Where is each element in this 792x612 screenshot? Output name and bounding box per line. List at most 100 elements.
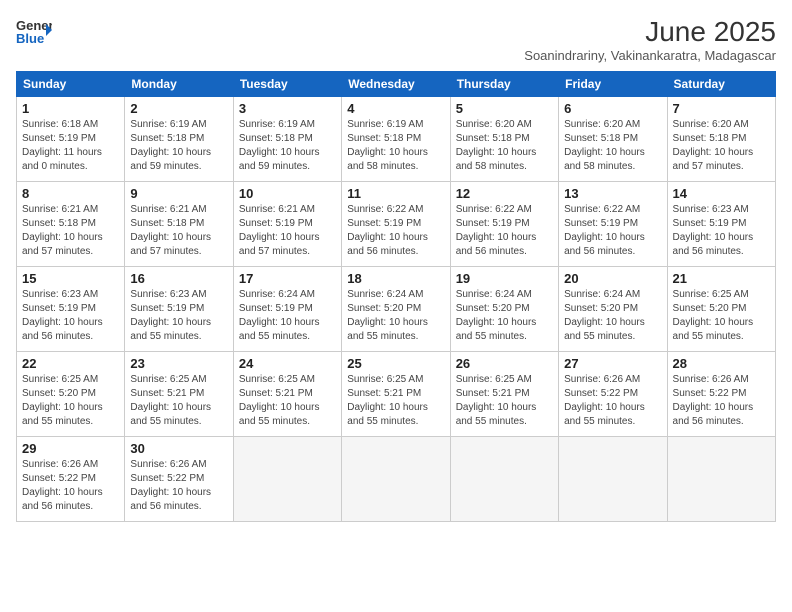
day-info: Sunrise: 6:21 AM Sunset: 5:19 PM Dayligh… (239, 203, 336, 259)
day-info: Sunrise: 6:20 AM Sunset: 5:18 PM Dayligh… (456, 118, 553, 174)
day-number: 27 (564, 356, 661, 371)
day-info: Sunrise: 6:24 AM Sunset: 5:19 PM Dayligh… (239, 288, 336, 344)
day-number: 24 (239, 356, 336, 371)
day-info: Sunrise: 6:26 AM Sunset: 5:22 PM Dayligh… (130, 458, 227, 514)
day-number: 4 (347, 101, 444, 116)
table-row: 22 Sunrise: 6:25 AM Sunset: 5:20 PM Dayl… (17, 352, 125, 437)
day-info: Sunrise: 6:21 AM Sunset: 5:18 PM Dayligh… (22, 203, 119, 259)
table-row: 27 Sunrise: 6:26 AM Sunset: 5:22 PM Dayl… (559, 352, 667, 437)
day-info: Sunrise: 6:23 AM Sunset: 5:19 PM Dayligh… (673, 203, 770, 259)
table-row: 13 Sunrise: 6:22 AM Sunset: 5:19 PM Dayl… (559, 182, 667, 267)
calendar-header-row: Sunday Monday Tuesday Wednesday Thursday… (17, 72, 776, 97)
day-number: 2 (130, 101, 227, 116)
day-number: 8 (22, 186, 119, 201)
calendar-week-row: 1 Sunrise: 6:18 AM Sunset: 5:19 PM Dayli… (17, 97, 776, 182)
table-row (342, 437, 450, 522)
table-row: 17 Sunrise: 6:24 AM Sunset: 5:19 PM Dayl… (233, 267, 341, 352)
logo-icon: General Blue (16, 16, 52, 46)
day-info: Sunrise: 6:22 AM Sunset: 5:19 PM Dayligh… (564, 203, 661, 259)
table-row: 1 Sunrise: 6:18 AM Sunset: 5:19 PM Dayli… (17, 97, 125, 182)
table-row: 20 Sunrise: 6:24 AM Sunset: 5:20 PM Dayl… (559, 267, 667, 352)
table-row: 3 Sunrise: 6:19 AM Sunset: 5:18 PM Dayli… (233, 97, 341, 182)
day-info: Sunrise: 6:19 AM Sunset: 5:18 PM Dayligh… (347, 118, 444, 174)
day-number: 1 (22, 101, 119, 116)
table-row: 15 Sunrise: 6:23 AM Sunset: 5:19 PM Dayl… (17, 267, 125, 352)
day-number: 9 (130, 186, 227, 201)
page-subtitle: Soanindrariny, Vakinankaratra, Madagasca… (524, 48, 776, 63)
day-info: Sunrise: 6:23 AM Sunset: 5:19 PM Dayligh… (22, 288, 119, 344)
day-number: 11 (347, 186, 444, 201)
day-info: Sunrise: 6:26 AM Sunset: 5:22 PM Dayligh… (564, 373, 661, 429)
day-info: Sunrise: 6:19 AM Sunset: 5:18 PM Dayligh… (239, 118, 336, 174)
day-info: Sunrise: 6:25 AM Sunset: 5:21 PM Dayligh… (456, 373, 553, 429)
day-number: 25 (347, 356, 444, 371)
title-section: June 2025 Soanindrariny, Vakinankaratra,… (524, 16, 776, 63)
col-thursday: Thursday (450, 72, 558, 97)
calendar-week-row: 8 Sunrise: 6:21 AM Sunset: 5:18 PM Dayli… (17, 182, 776, 267)
day-number: 5 (456, 101, 553, 116)
col-friday: Friday (559, 72, 667, 97)
table-row: 19 Sunrise: 6:24 AM Sunset: 5:20 PM Dayl… (450, 267, 558, 352)
table-row: 12 Sunrise: 6:22 AM Sunset: 5:19 PM Dayl… (450, 182, 558, 267)
table-row: 24 Sunrise: 6:25 AM Sunset: 5:21 PM Dayl… (233, 352, 341, 437)
day-number: 26 (456, 356, 553, 371)
col-monday: Monday (125, 72, 233, 97)
table-row: 5 Sunrise: 6:20 AM Sunset: 5:18 PM Dayli… (450, 97, 558, 182)
table-row: 11 Sunrise: 6:22 AM Sunset: 5:19 PM Dayl… (342, 182, 450, 267)
day-number: 12 (456, 186, 553, 201)
table-row: 6 Sunrise: 6:20 AM Sunset: 5:18 PM Dayli… (559, 97, 667, 182)
day-info: Sunrise: 6:25 AM Sunset: 5:21 PM Dayligh… (130, 373, 227, 429)
day-number: 15 (22, 271, 119, 286)
col-saturday: Saturday (667, 72, 775, 97)
day-number: 22 (22, 356, 119, 371)
page-header: General Blue June 2025 Soanindrariny, Va… (16, 16, 776, 63)
day-info: Sunrise: 6:23 AM Sunset: 5:19 PM Dayligh… (130, 288, 227, 344)
day-number: 21 (673, 271, 770, 286)
day-info: Sunrise: 6:18 AM Sunset: 5:19 PM Dayligh… (22, 118, 119, 174)
day-info: Sunrise: 6:20 AM Sunset: 5:18 PM Dayligh… (564, 118, 661, 174)
table-row (233, 437, 341, 522)
day-info: Sunrise: 6:20 AM Sunset: 5:18 PM Dayligh… (673, 118, 770, 174)
day-info: Sunrise: 6:25 AM Sunset: 5:21 PM Dayligh… (239, 373, 336, 429)
table-row: 28 Sunrise: 6:26 AM Sunset: 5:22 PM Dayl… (667, 352, 775, 437)
table-row: 21 Sunrise: 6:25 AM Sunset: 5:20 PM Dayl… (667, 267, 775, 352)
col-tuesday: Tuesday (233, 72, 341, 97)
day-info: Sunrise: 6:26 AM Sunset: 5:22 PM Dayligh… (673, 373, 770, 429)
day-info: Sunrise: 6:25 AM Sunset: 5:20 PM Dayligh… (673, 288, 770, 344)
day-number: 16 (130, 271, 227, 286)
day-number: 18 (347, 271, 444, 286)
table-row: 10 Sunrise: 6:21 AM Sunset: 5:19 PM Dayl… (233, 182, 341, 267)
day-number: 13 (564, 186, 661, 201)
table-row: 4 Sunrise: 6:19 AM Sunset: 5:18 PM Dayli… (342, 97, 450, 182)
table-row: 23 Sunrise: 6:25 AM Sunset: 5:21 PM Dayl… (125, 352, 233, 437)
table-row: 8 Sunrise: 6:21 AM Sunset: 5:18 PM Dayli… (17, 182, 125, 267)
day-number: 30 (130, 441, 227, 456)
calendar-week-row: 15 Sunrise: 6:23 AM Sunset: 5:19 PM Dayl… (17, 267, 776, 352)
table-row: 30 Sunrise: 6:26 AM Sunset: 5:22 PM Dayl… (125, 437, 233, 522)
table-row: 2 Sunrise: 6:19 AM Sunset: 5:18 PM Dayli… (125, 97, 233, 182)
day-number: 3 (239, 101, 336, 116)
day-info: Sunrise: 6:24 AM Sunset: 5:20 PM Dayligh… (456, 288, 553, 344)
day-info: Sunrise: 6:25 AM Sunset: 5:21 PM Dayligh… (347, 373, 444, 429)
calendar-week-row: 29 Sunrise: 6:26 AM Sunset: 5:22 PM Dayl… (17, 437, 776, 522)
table-row: 14 Sunrise: 6:23 AM Sunset: 5:19 PM Dayl… (667, 182, 775, 267)
table-row: 26 Sunrise: 6:25 AM Sunset: 5:21 PM Dayl… (450, 352, 558, 437)
day-number: 10 (239, 186, 336, 201)
day-info: Sunrise: 6:24 AM Sunset: 5:20 PM Dayligh… (347, 288, 444, 344)
table-row: 7 Sunrise: 6:20 AM Sunset: 5:18 PM Dayli… (667, 97, 775, 182)
table-row: 9 Sunrise: 6:21 AM Sunset: 5:18 PM Dayli… (125, 182, 233, 267)
day-number: 19 (456, 271, 553, 286)
table-row (667, 437, 775, 522)
col-wednesday: Wednesday (342, 72, 450, 97)
day-info: Sunrise: 6:26 AM Sunset: 5:22 PM Dayligh… (22, 458, 119, 514)
table-row (450, 437, 558, 522)
day-number: 17 (239, 271, 336, 286)
table-row: 29 Sunrise: 6:26 AM Sunset: 5:22 PM Dayl… (17, 437, 125, 522)
table-row: 25 Sunrise: 6:25 AM Sunset: 5:21 PM Dayl… (342, 352, 450, 437)
day-info: Sunrise: 6:24 AM Sunset: 5:20 PM Dayligh… (564, 288, 661, 344)
calendar-week-row: 22 Sunrise: 6:25 AM Sunset: 5:20 PM Dayl… (17, 352, 776, 437)
day-info: Sunrise: 6:22 AM Sunset: 5:19 PM Dayligh… (347, 203, 444, 259)
page-title: June 2025 (524, 16, 776, 48)
day-info: Sunrise: 6:22 AM Sunset: 5:19 PM Dayligh… (456, 203, 553, 259)
col-sunday: Sunday (17, 72, 125, 97)
